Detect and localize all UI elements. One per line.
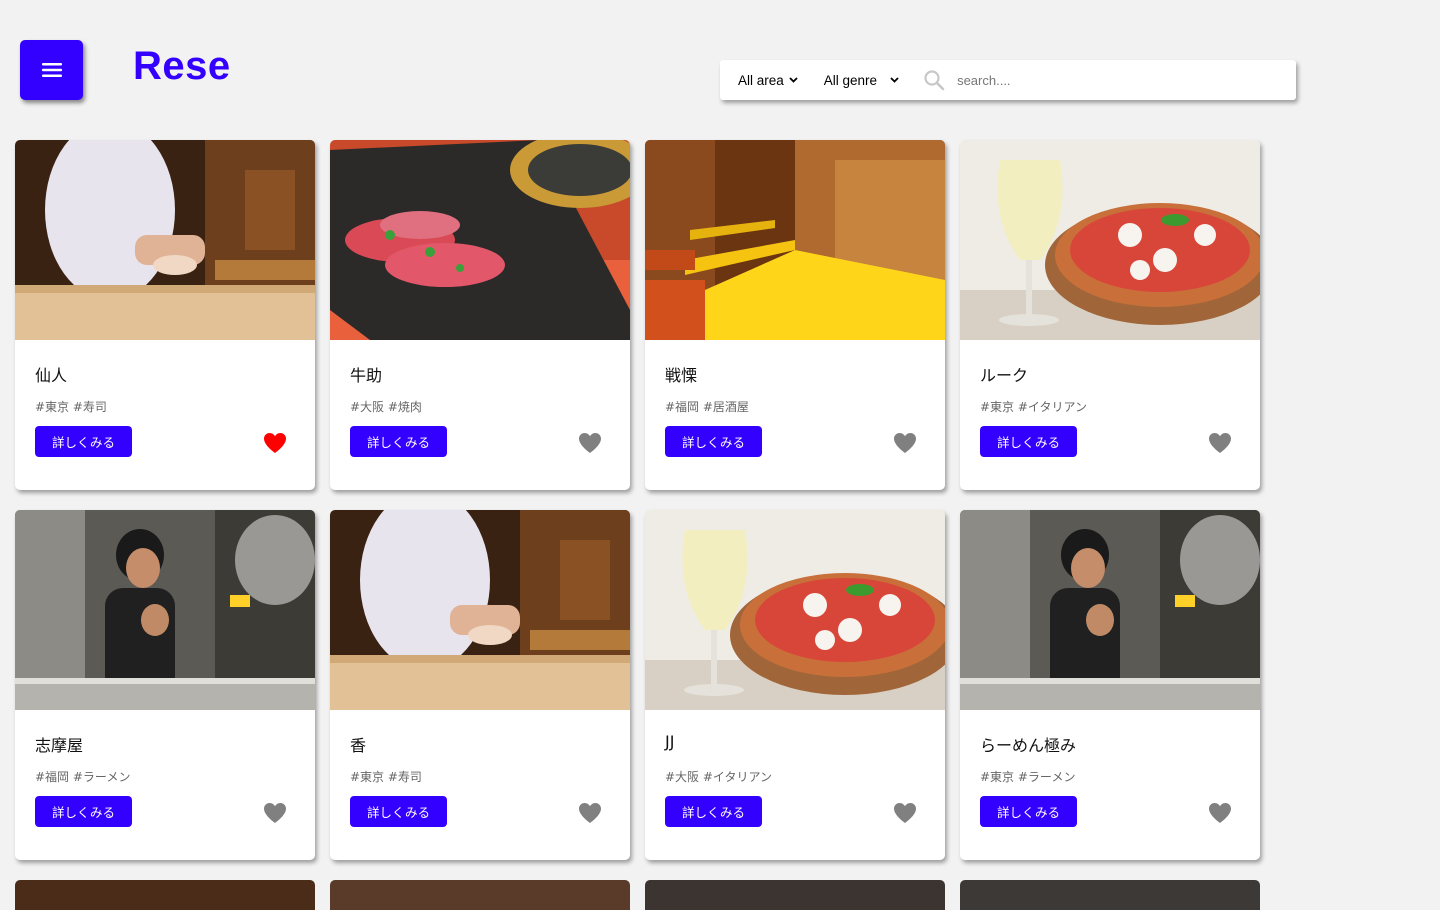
card-image-partial: [645, 880, 945, 910]
favorite-heart-icon[interactable]: [578, 802, 602, 824]
search-icon: [923, 69, 945, 91]
shop-image[interactable]: [15, 510, 315, 710]
shop-name: 戦慄: [665, 366, 698, 385]
shop-image[interactable]: [645, 140, 945, 340]
shop-tags: #東京 #寿司: [350, 770, 422, 784]
card-image-partial: [960, 880, 1260, 910]
genre-select[interactable]: All genre: [824, 73, 899, 88]
detail-button[interactable]: 詳しくみる: [980, 796, 1077, 827]
favorite-heart-icon[interactable]: [893, 802, 917, 824]
shop-name: ルーク: [980, 366, 1029, 385]
shop-name: 仙人: [35, 366, 68, 385]
area-select-label: All area: [738, 72, 784, 88]
favorite-heart-icon[interactable]: [578, 432, 602, 454]
chevron-down-icon: [890, 77, 899, 83]
detail-button[interactable]: 詳しくみる: [980, 426, 1077, 457]
favorite-heart-icon[interactable]: [263, 432, 287, 454]
shop-card: 志摩屋 #福岡 #ラーメン詳しくみる: [15, 510, 315, 860]
card-image-partial: [330, 880, 630, 910]
search-bar: All area All genre: [720, 60, 1296, 100]
favorite-heart-icon[interactable]: [1208, 432, 1232, 454]
shop-card: 牛助 #大阪 #焼肉詳しくみる: [330, 140, 630, 490]
next-row-partial: [15, 880, 1260, 910]
shop-image[interactable]: [15, 140, 315, 340]
card-image-partial: [15, 880, 315, 910]
shop-card-body: JJ #大阪 #イタリアン詳しくみる: [645, 710, 945, 860]
shop-name: らーめん極み: [980, 736, 1077, 755]
shop-name: 香: [350, 736, 367, 755]
detail-button[interactable]: 詳しくみる: [350, 796, 447, 827]
shop-tags: #大阪 #焼肉: [350, 400, 422, 414]
shop-image[interactable]: [960, 140, 1260, 340]
shop-grid: 仙人 #東京 #寿司 詳しくみる 牛助 #大阪 #焼肉 詳しくみる 戦慄 #福岡 #居酒屋…: [15, 140, 1260, 860]
hamburger-icon: [41, 63, 62, 77]
shop-tags: #福岡 #居酒屋: [665, 400, 749, 414]
shop-name: 志摩屋: [35, 736, 84, 755]
shop-image[interactable]: [330, 510, 630, 710]
shop-card: 仙人 #東京 #寿司詳しくみる: [15, 140, 315, 490]
shop-card-body: らーめん極み #東京 #ラーメン詳しくみる: [960, 710, 1260, 860]
shop-card: らーめん極み #東京 #ラーメン詳しくみる: [960, 510, 1260, 860]
shop-card-body: 香 #東京 #寿司詳しくみる: [330, 710, 630, 860]
area-select[interactable]: All area: [738, 73, 798, 88]
shop-card-body: 志摩屋 #福岡 #ラーメン詳しくみる: [15, 710, 315, 860]
shop-tags: #東京 #寿司: [35, 400, 107, 414]
detail-button[interactable]: 詳しくみる: [665, 796, 762, 827]
shop-tags: #大阪 #イタリアン: [665, 770, 772, 784]
detail-button[interactable]: 詳しくみる: [35, 426, 132, 457]
shop-image[interactable]: [330, 140, 630, 340]
shop-image[interactable]: [645, 510, 945, 710]
detail-button[interactable]: 詳しくみる: [665, 426, 762, 457]
shop-card-body: 牛助 #大阪 #焼肉詳しくみる: [330, 340, 630, 490]
detail-button[interactable]: 詳しくみる: [35, 796, 132, 827]
shop-tags: #東京 #イタリアン: [980, 400, 1087, 414]
shop-name: JJ: [665, 732, 675, 751]
genre-select-label: All genre: [823, 72, 878, 88]
detail-button[interactable]: 詳しくみる: [350, 426, 447, 457]
favorite-heart-icon[interactable]: [893, 432, 917, 454]
favorite-heart-icon[interactable]: [1208, 802, 1232, 824]
shop-card-body: 戦慄 #福岡 #居酒屋詳しくみる: [645, 340, 945, 490]
app-logo[interactable]: Rese: [133, 44, 231, 89]
shop-card: 戦慄 #福岡 #居酒屋詳しくみる: [645, 140, 945, 490]
menu-button[interactable]: [20, 40, 83, 100]
favorite-heart-icon[interactable]: [263, 802, 287, 824]
shop-card: ルーク #東京 #イタリアン詳しくみる: [960, 140, 1260, 490]
shop-card: 香 #東京 #寿司詳しくみる: [330, 510, 630, 860]
shop-tags: #東京 #ラーメン: [980, 770, 1076, 784]
shop-card-body: ルーク #東京 #イタリアン詳しくみる: [960, 340, 1260, 490]
search-input[interactable]: [957, 65, 1258, 95]
chevron-down-icon: [789, 77, 798, 83]
shop-card-body: 仙人 #東京 #寿司詳しくみる: [15, 340, 315, 490]
shop-image[interactable]: [960, 510, 1260, 710]
shop-card: JJ #大阪 #イタリアン詳しくみる: [645, 510, 945, 860]
shop-tags: #福岡 #ラーメン: [35, 770, 131, 784]
shop-name: 牛助: [350, 366, 383, 385]
